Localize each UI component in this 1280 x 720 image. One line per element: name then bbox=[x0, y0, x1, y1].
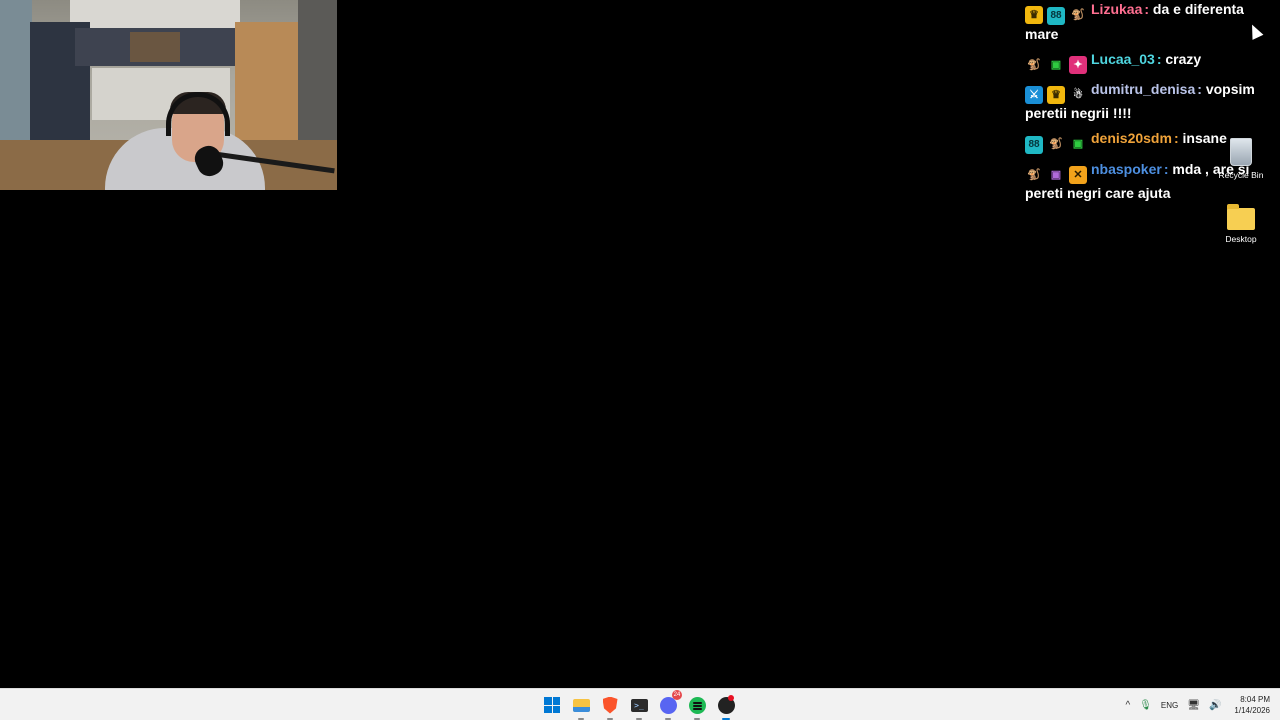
start-button[interactable] bbox=[540, 693, 564, 717]
clock-date: 1/14/2026 bbox=[1234, 706, 1270, 715]
network-icon[interactable]: 🖥 bbox=[1187, 700, 1200, 711]
monkey-badge-icon: 🐒 bbox=[1027, 169, 1041, 181]
chat-message: 🐒 ▣ ✦ Lucaa_03: crazy bbox=[1025, 50, 1275, 74]
discord-button[interactable]: 24 bbox=[656, 690, 682, 720]
file-explorer-button[interactable] bbox=[569, 693, 593, 720]
chat-message: ⚔ ♛ ☃ dumitru_denisa: vopsim peretii negrii… bbox=[1025, 80, 1275, 123]
pink-badge-icon: ✦ bbox=[1069, 56, 1087, 74]
chat-separator: : bbox=[1173, 130, 1179, 146]
crown-badge-icon: ♛ bbox=[1025, 6, 1043, 24]
recycle-bin-shortcut[interactable]: Recycle Bin bbox=[1211, 138, 1271, 180]
volume-icon[interactable]: 🔊 bbox=[1209, 700, 1221, 711]
gift-badge-icon: ▣ bbox=[1050, 59, 1062, 71]
webcam-feed bbox=[0, 0, 337, 190]
chat-username: nbaspoker bbox=[1091, 161, 1162, 177]
crown-badge-icon: ♛ bbox=[1047, 86, 1065, 104]
spotify-icon bbox=[688, 696, 706, 714]
chevron-up-icon[interactable]: ^ bbox=[1126, 700, 1131, 711]
chat-username: Lizukaa bbox=[1091, 1, 1143, 17]
gift-badge-icon: ▣ bbox=[1050, 169, 1062, 181]
chat-separator: : bbox=[1197, 81, 1202, 97]
monkey-badge-icon: 🐒 bbox=[1071, 9, 1085, 21]
recycle-bin-label: Recycle Bin bbox=[1218, 170, 1264, 180]
terminal-icon: >_ bbox=[630, 698, 648, 712]
chat-username: Lucaa_03 bbox=[1091, 51, 1155, 67]
clock[interactable]: 8:04 PM 1/14/2026 bbox=[1234, 694, 1270, 716]
recycle-bin-icon bbox=[1230, 138, 1252, 166]
brave-browser-icon bbox=[602, 696, 618, 714]
chat-separator: : bbox=[1144, 1, 1150, 17]
microphone-icon[interactable]: 🎙 bbox=[1139, 700, 1152, 711]
chat-username: denis20sdm bbox=[1091, 130, 1172, 146]
obs-icon bbox=[717, 694, 735, 714]
taskbar: >_ 24 ^ 🎙 ENG 🖥 🔊 8:04 PM 1/14/2026 bbox=[0, 688, 1280, 720]
spotify-button[interactable] bbox=[685, 693, 709, 720]
windows-start-icon bbox=[544, 697, 560, 713]
folder-icon bbox=[1227, 204, 1255, 230]
desktop-folder-label: Desktop bbox=[1225, 234, 1257, 244]
system-tray: ^ 🎙 ENG 🖥 🔊 8:04 PM 1/14/2026 bbox=[1126, 689, 1271, 720]
language-indicator[interactable]: ENG bbox=[1161, 701, 1178, 710]
chat-message: ♛ 88 🐒 Lizukaa: da e diferenta mare bbox=[1025, 0, 1275, 44]
chat-separator: : bbox=[1156, 51, 1162, 67]
chat-username: dumitru_denisa bbox=[1091, 81, 1196, 97]
obs-button[interactable] bbox=[714, 693, 738, 720]
monkey-badge-icon: 🐒 bbox=[1049, 138, 1063, 150]
moderator-badge-icon: ⚔ bbox=[1025, 86, 1043, 104]
notification-badge: 24 bbox=[672, 690, 682, 700]
prediction-badge-icon: ✕ bbox=[1069, 166, 1087, 184]
gift-badge-icon: ▣ bbox=[1072, 138, 1084, 150]
brave-button[interactable] bbox=[598, 693, 622, 720]
snowman-badge-icon: ☃ bbox=[1073, 89, 1083, 101]
chat-separator: : bbox=[1163, 161, 1169, 177]
monkey-badge-icon: 🐒 bbox=[1027, 59, 1041, 71]
chat-text: crazy bbox=[1165, 51, 1202, 67]
taskbar-apps: >_ 24 bbox=[540, 690, 738, 720]
88-badge-icon: 88 bbox=[1047, 7, 1065, 25]
88-badge-icon: 88 bbox=[1025, 136, 1043, 154]
folder-icon bbox=[572, 698, 590, 712]
clock-time: 8:04 PM bbox=[1240, 695, 1270, 704]
terminal-button[interactable]: >_ bbox=[627, 693, 651, 720]
desktop-folder-shortcut[interactable]: Desktop bbox=[1211, 204, 1271, 244]
